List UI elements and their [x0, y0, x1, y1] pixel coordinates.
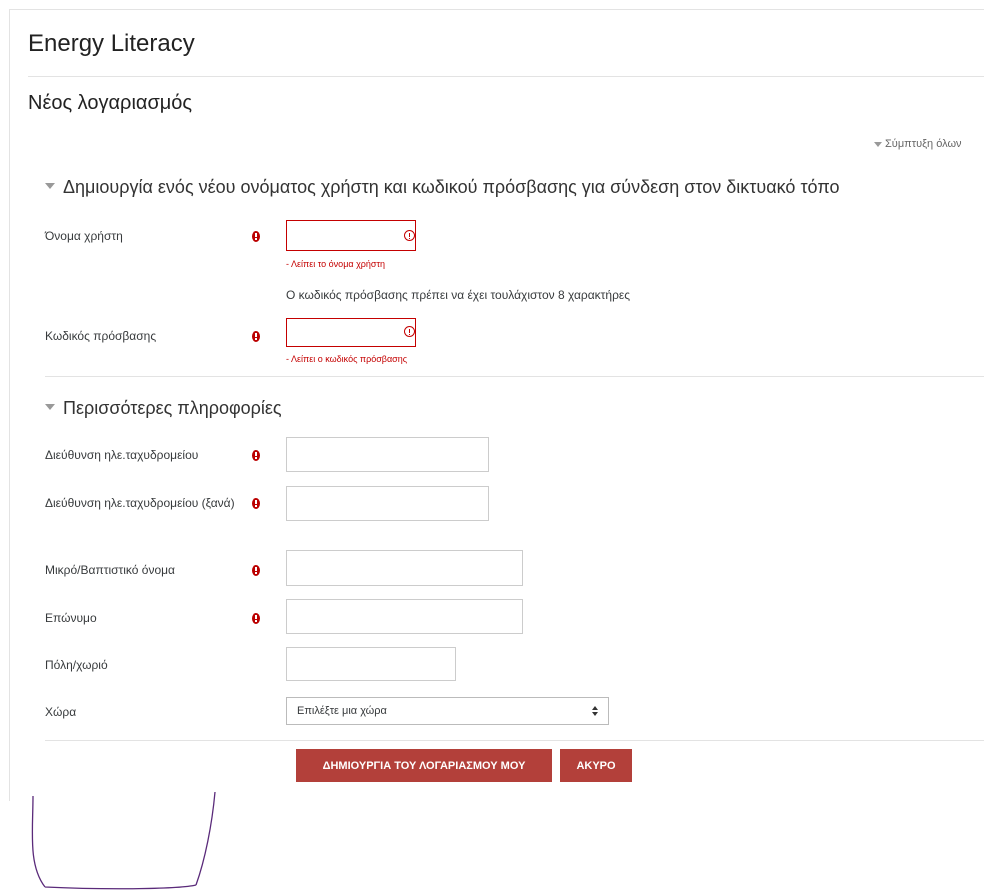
exclamation-circle-icon [252, 231, 260, 242]
exclamation-circle-icon [252, 498, 260, 509]
section-account-legend[interactable]: Δημιουργία ενός νέου ονόματος χρήστη και… [45, 177, 840, 198]
cancel-button[interactable]: ΑΚΥΡΟ [560, 749, 632, 782]
section-divider [45, 376, 984, 377]
site-title: Energy Literacy [28, 30, 195, 57]
sort-arrows-icon [592, 706, 598, 716]
country-label: Χώρα [45, 705, 77, 719]
section-account-title: Δημιουργία ενός νέου ονόματος χρήστη και… [63, 177, 840, 197]
city-label: Πόλη/χωριό [45, 658, 108, 672]
exclamation-circle-icon [252, 613, 260, 624]
password-hint: Ο κωδικός πρόσβασης πρέπει να έχει τουλά… [286, 288, 631, 302]
password-input[interactable] [286, 318, 416, 347]
collapse-all-link[interactable]: Σύμπτυξη όλων [874, 138, 962, 150]
section-more-info-title: Περισσότερες πληροφορίες [63, 398, 282, 418]
exclamation-circle-icon [252, 450, 260, 461]
exclamation-circle-icon [252, 565, 260, 576]
create-account-button[interactable]: ΔΗΜΙΟΥΡΓΙΑ ΤΟΥ ΛΟΓΑΡΙΑΣΜΟΥ ΜΟΥ [296, 749, 552, 782]
email-label: Διεύθυνση ηλε.ταχυδρομείου [45, 448, 199, 462]
username-label: Όνομα χρήστη [45, 229, 123, 243]
warning-circle-icon [404, 326, 415, 337]
caret-down-icon [45, 183, 55, 190]
country-select-value: Επιλέξτε μια χώρα [297, 705, 387, 717]
handwritten-scribble [31, 791, 216, 890]
city-input[interactable] [286, 647, 456, 681]
actions-divider [45, 740, 984, 741]
caret-down-icon [874, 141, 882, 147]
lastname-input[interactable] [286, 599, 523, 634]
title-divider [28, 76, 984, 77]
page-title: Νέος λογαριασμός [28, 92, 193, 114]
password-label: Κωδικός πρόσβασης [45, 329, 157, 343]
username-input[interactable] [286, 220, 416, 251]
email-input[interactable] [286, 437, 489, 472]
email-again-input[interactable] [286, 486, 489, 521]
collapse-all-label: Σύμπτυξη όλων [885, 138, 962, 150]
caret-down-icon [45, 404, 55, 411]
firstname-label: Μικρό/Βαπτιστικό όνομα [45, 563, 175, 577]
firstname-input[interactable] [286, 550, 523, 586]
section-more-info-legend[interactable]: Περισσότερες πληροφορίες [45, 398, 282, 419]
email-again-label: Διεύθυνση ηλε.ταχυδρομείου (ξανά) [45, 496, 235, 510]
password-error: - Λείπει ο κωδικός πρόσβασης [286, 354, 408, 364]
lastname-label: Επώνυμο [45, 611, 97, 625]
country-select[interactable]: Επιλέξτε μια χώρα [286, 697, 609, 725]
warning-circle-icon [404, 230, 415, 241]
username-error: - Λείπει το όνομα χρήστη [286, 259, 386, 269]
exclamation-circle-icon [252, 331, 260, 342]
